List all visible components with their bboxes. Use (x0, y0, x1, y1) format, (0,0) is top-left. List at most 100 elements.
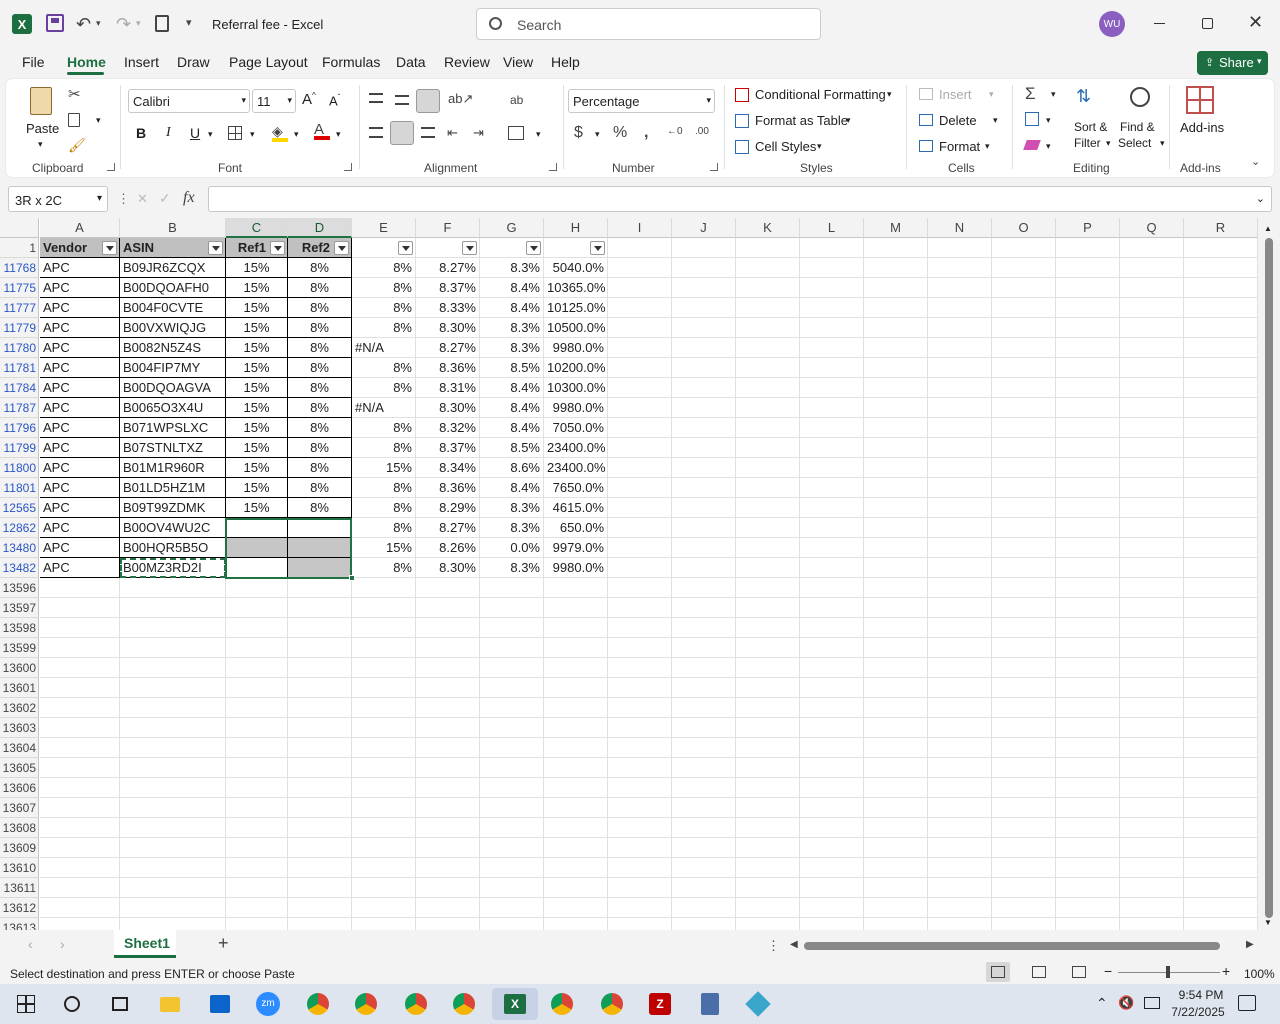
data-cell[interactable]: 8.30% (416, 558, 480, 578)
windows-start-icon[interactable] (10, 988, 42, 1020)
cell[interactable] (120, 858, 226, 878)
tab-help[interactable]: Help (551, 54, 580, 70)
cell[interactable] (288, 658, 352, 678)
clipboard-launcher-icon[interactable] (107, 163, 115, 171)
font-name-select[interactable]: Calibri ▾ (128, 89, 250, 113)
cell[interactable] (480, 878, 544, 898)
cell[interactable] (352, 698, 416, 718)
cell[interactable] (120, 798, 226, 818)
data-cell[interactable]: 8% (352, 318, 416, 338)
clock-time[interactable]: 9:54 PM (1173, 988, 1229, 1002)
cell[interactable] (1184, 698, 1258, 718)
cell[interactable] (120, 718, 226, 738)
row-header[interactable]: 13596 (0, 578, 39, 598)
cell[interactable] (928, 878, 992, 898)
font-color-icon[interactable]: A (314, 121, 330, 140)
data-cell[interactable]: 15% (226, 278, 288, 298)
data-cell[interactable]: 15% (226, 318, 288, 338)
data-cell[interactable]: 8% (288, 418, 352, 438)
cell[interactable] (1056, 898, 1120, 918)
data-cell[interactable]: 10365.0% (544, 278, 608, 298)
cell[interactable] (352, 578, 416, 598)
data-cell[interactable]: 8% (288, 398, 352, 418)
row-header[interactable]: 13613 (0, 918, 39, 930)
data-cell[interactable]: 15% (226, 398, 288, 418)
row-header[interactable]: 13480 (0, 538, 39, 558)
task-view-icon[interactable] (104, 988, 136, 1020)
cell[interactable] (1120, 498, 1184, 518)
cell[interactable] (864, 358, 928, 378)
currency-icon[interactable]: $ (574, 124, 583, 142)
scroll-up-icon[interactable]: ▲ (1264, 224, 1272, 233)
tab-page-layout[interactable]: Page Layout (229, 54, 308, 70)
tab-file[interactable]: File (22, 54, 45, 70)
cell[interactable] (672, 778, 736, 798)
cell[interactable] (800, 658, 864, 678)
prev-sheet-icon[interactable]: ‹ (28, 936, 33, 952)
cell[interactable] (1184, 278, 1258, 298)
cell[interactable] (992, 698, 1056, 718)
cell[interactable] (288, 878, 352, 898)
cell[interactable] (544, 618, 608, 638)
cell[interactable] (1056, 658, 1120, 678)
cell[interactable] (608, 518, 672, 538)
data-cell[interactable]: 8.31% (416, 378, 480, 398)
wrap-text-icon[interactable]: ab (510, 93, 523, 107)
cell[interactable] (608, 878, 672, 898)
cell[interactable] (1120, 598, 1184, 618)
cell[interactable] (672, 898, 736, 918)
data-cell[interactable]: 8.3% (480, 258, 544, 278)
cell[interactable] (672, 858, 736, 878)
cell[interactable] (1184, 798, 1258, 818)
tab-insert[interactable]: Insert (124, 54, 159, 70)
data-cell[interactable]: B00HQR5B5O (120, 538, 226, 558)
data-cell[interactable]: 8.5% (480, 358, 544, 378)
filter-dropdown-icon[interactable] (526, 241, 541, 255)
data-cell[interactable]: B004F0CVTE (120, 298, 226, 318)
cell[interactable] (608, 298, 672, 318)
data-cell[interactable]: 8.32% (416, 418, 480, 438)
cell[interactable] (40, 858, 120, 878)
cell[interactable] (1184, 298, 1258, 318)
cell[interactable] (736, 518, 800, 538)
cut-icon[interactable]: ✂ (68, 85, 81, 103)
data-cell[interactable]: 8.30% (416, 398, 480, 418)
cell[interactable] (1120, 798, 1184, 818)
decrease-font-icon[interactable]: Aˇ (329, 93, 340, 108)
cell[interactable] (544, 918, 608, 930)
cell[interactable] (352, 778, 416, 798)
cell[interactable] (1120, 638, 1184, 658)
cell[interactable] (992, 718, 1056, 738)
cell[interactable] (1056, 258, 1120, 278)
cell[interactable] (608, 538, 672, 558)
autosum-dropdown-icon[interactable]: ▾ (1051, 89, 1056, 100)
cell[interactable] (800, 578, 864, 598)
cell[interactable] (928, 478, 992, 498)
cell[interactable] (608, 658, 672, 678)
data-cell[interactable]: 8% (288, 258, 352, 278)
cell[interactable] (992, 838, 1056, 858)
data-cell[interactable]: 15% (226, 498, 288, 518)
cell[interactable] (1120, 918, 1184, 930)
cell[interactable] (992, 238, 1056, 258)
restore-button[interactable] (1202, 18, 1213, 29)
cell[interactable] (1056, 298, 1120, 318)
cell[interactable] (800, 918, 864, 930)
data-cell[interactable]: 15% (226, 258, 288, 278)
chrome-icon[interactable] (400, 988, 432, 1020)
cell[interactable] (928, 538, 992, 558)
cell[interactable] (800, 678, 864, 698)
column-header-m[interactable]: M (864, 218, 928, 238)
cell-styles-button[interactable]: Cell Styles ▾ (735, 138, 835, 158)
cell[interactable] (480, 778, 544, 798)
row-header[interactable]: 11799 (0, 438, 39, 458)
merge-center-icon[interactable] (508, 126, 524, 140)
cell[interactable] (736, 358, 800, 378)
column-header-b[interactable]: B (120, 218, 226, 238)
data-cell[interactable]: APC (40, 338, 120, 358)
cell[interactable] (40, 918, 120, 930)
cell[interactable] (928, 758, 992, 778)
fill-handle[interactable] (349, 575, 355, 581)
row-header[interactable]: 13607 (0, 798, 39, 818)
data-cell[interactable]: APC (40, 438, 120, 458)
